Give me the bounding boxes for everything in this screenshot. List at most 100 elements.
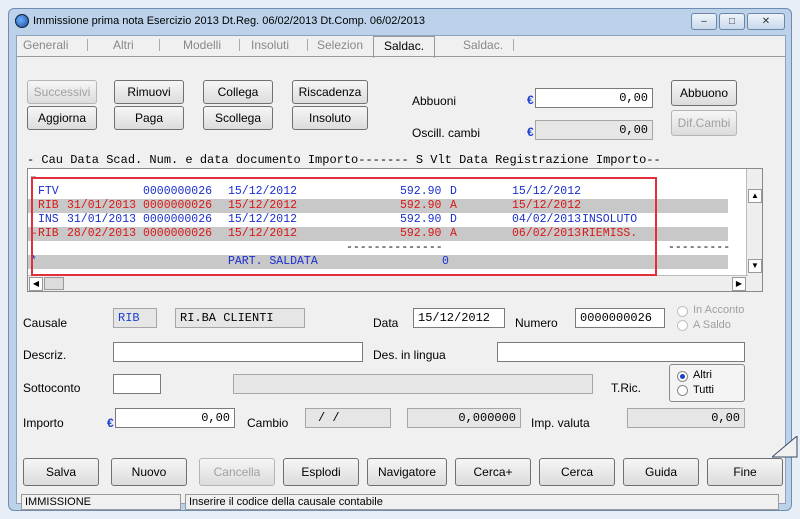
salva-button[interactable]: Salva [23,458,99,486]
tab-separator [159,39,160,51]
dif-cambi-button[interactable]: Dif.Cambi [671,110,737,136]
row-marker: – [30,227,37,240]
abbuoni-label: Abbuoni [412,94,457,108]
numero-label: Numero [515,316,558,330]
sottoconto-field[interactable] [113,374,161,394]
scroll-right-icon[interactable]: ▶ [732,277,746,291]
importo-label: Importo [23,416,64,430]
tab-baseline [17,56,785,57]
navigatore-button[interactable]: Navigatore [367,458,447,486]
close-button[interactable]: ✕ [747,13,785,30]
sottoconto-label: Sottoconto [23,381,81,395]
cambio-amount-field: 0,000000 [407,408,521,428]
grid-total-row[interactable]: * PART. SALDATA 0 [28,255,728,269]
tab-saldac-active[interactable]: Saldac. [373,36,436,58]
cell-reg: 15/12/2012 [512,199,582,212]
abbuono-button[interactable]: Abbuono [671,80,737,106]
cell-importo: 592.90 [400,213,442,226]
tab-selezion[interactable]: Selezion [317,38,363,52]
esplodi-button[interactable]: Esplodi [283,458,359,486]
separator-line: -------------- [346,241,443,254]
scadenze-grid[interactable]: – FTV 0000000026 15/12/2012 592.90 D 15/… [27,168,763,292]
scollega-button[interactable]: Scollega [203,106,273,130]
window-title: Immissione prima nota Esercizio 2013 Dt.… [33,15,425,27]
cell-reg: 15/12/2012 [512,185,582,198]
tab-altri[interactable]: Altri [113,38,134,52]
tab-insoluti[interactable]: Insoluti [251,38,289,52]
grid-row[interactable]: FTV 0000000026 15/12/2012 592.90 D 15/12… [28,185,728,199]
aggiorna-button[interactable]: Aggiorna [27,106,97,130]
in-acconto-label: In Acconto [693,304,745,316]
tab-separator [307,39,308,51]
rimuovi-button[interactable]: Rimuovi [114,80,184,104]
row-marker: – [30,171,37,184]
grid-row[interactable]: – [28,171,728,185]
oscill-currency: € [527,125,534,139]
des-lingua-field[interactable] [497,342,745,362]
cell-num: 0000000026 [143,199,213,212]
grid-horizontal-scrollbar[interactable]: ◀ ▶ [28,275,748,291]
collega-button[interactable]: Collega [203,80,273,104]
main-window: Immissione prima nota Esercizio 2013 Dt.… [8,8,798,511]
a-saldo-radio[interactable] [677,320,688,331]
altri-radio[interactable] [677,371,688,382]
cell-cau: RIB [38,199,59,212]
grid-row[interactable]: INS 31/01/2013 0000000026 15/12/2012 592… [28,213,728,227]
tutti-radio[interactable] [677,385,688,396]
cell-data-doc: 15/12/2012 [228,199,298,212]
status-mode: IMMISSIONE [21,494,181,510]
cell-scad: 28/02/2013 [67,227,137,240]
client-area: Generali Altri Modelli Insoluti Selezion… [16,35,798,510]
minimize-button[interactable]: – [691,13,717,30]
altri-label: Altri [693,369,712,381]
separator-line-right: --------- [668,241,731,254]
tab-modelli[interactable]: Modelli [183,38,221,52]
scroll-down-icon[interactable]: ▼ [748,259,762,273]
in-acconto-radio[interactable] [677,306,688,317]
cell-data-doc: 15/12/2012 [228,213,298,226]
tab-generali[interactable]: Generali [23,38,68,52]
app-icon [15,14,29,28]
tric-label: T.Ric. [611,381,641,395]
importo-field[interactable]: 0,00 [115,408,235,428]
insoluto-button[interactable]: Insoluto [292,106,368,130]
total-marker: * [30,255,37,268]
successivi-button[interactable]: Successivi [27,80,97,104]
cerca-button[interactable]: Cerca [539,458,615,486]
grid-row[interactable]: RIB 31/01/2013 0000000026 15/12/2012 592… [28,199,728,213]
riscadenza-button[interactable]: Riscadenza [292,80,368,104]
cancella-button[interactable]: Cancella [199,458,275,486]
cerca-plus-button[interactable]: Cerca+ [455,458,531,486]
causale-code-field[interactable]: RIB [113,308,157,328]
cell-scad: 31/01/2013 [67,213,137,226]
maximize-button[interactable]: □ [719,13,745,30]
scroll-left-icon[interactable]: ◀ [29,277,43,291]
scroll-thumb[interactable] [44,277,64,290]
descriz-field[interactable] [113,342,363,362]
corner-triangle-icon [772,436,798,458]
numero-field[interactable]: 0000000026 [575,308,665,328]
nuovo-button[interactable]: Nuovo [111,458,187,486]
cell-segno: A [450,199,457,212]
tutti-label: Tutti [693,384,714,396]
status-message: Inserire il codice della causale contabi… [185,494,779,510]
abbuoni-currency: € [527,93,534,107]
total-label: PART. SALDATA [228,255,318,268]
paga-button[interactable]: Paga [114,106,184,130]
sottoconto-desc-field [233,374,593,394]
grid-header: - Cau Data Scad. Num. e data documento I… [27,153,661,167]
cell-scad: 31/01/2013 [67,199,137,212]
imp-valuta-label: Imp. valuta [531,416,590,430]
guida-button[interactable]: Guida [623,458,699,486]
tab-saldac-2[interactable]: Saldac. [463,38,503,52]
grid-row[interactable]: – RIB 28/02/2013 0000000026 15/12/2012 5… [28,227,728,241]
data-field[interactable]: 15/12/2012 [413,308,505,328]
abbuoni-field[interactable]: 0,00 [535,88,653,108]
cell-data-doc: 15/12/2012 [228,185,298,198]
scroll-up-icon[interactable]: ▲ [748,189,762,203]
cell-reg: 04/02/2013 [512,213,582,226]
causale-label: Causale [23,316,68,330]
fine-button[interactable]: Fine [707,458,783,486]
title-bar[interactable]: Immissione prima nota Esercizio 2013 Dt.… [9,9,791,35]
grid-vertical-scrollbar[interactable]: ▲ ▼ [746,169,762,291]
